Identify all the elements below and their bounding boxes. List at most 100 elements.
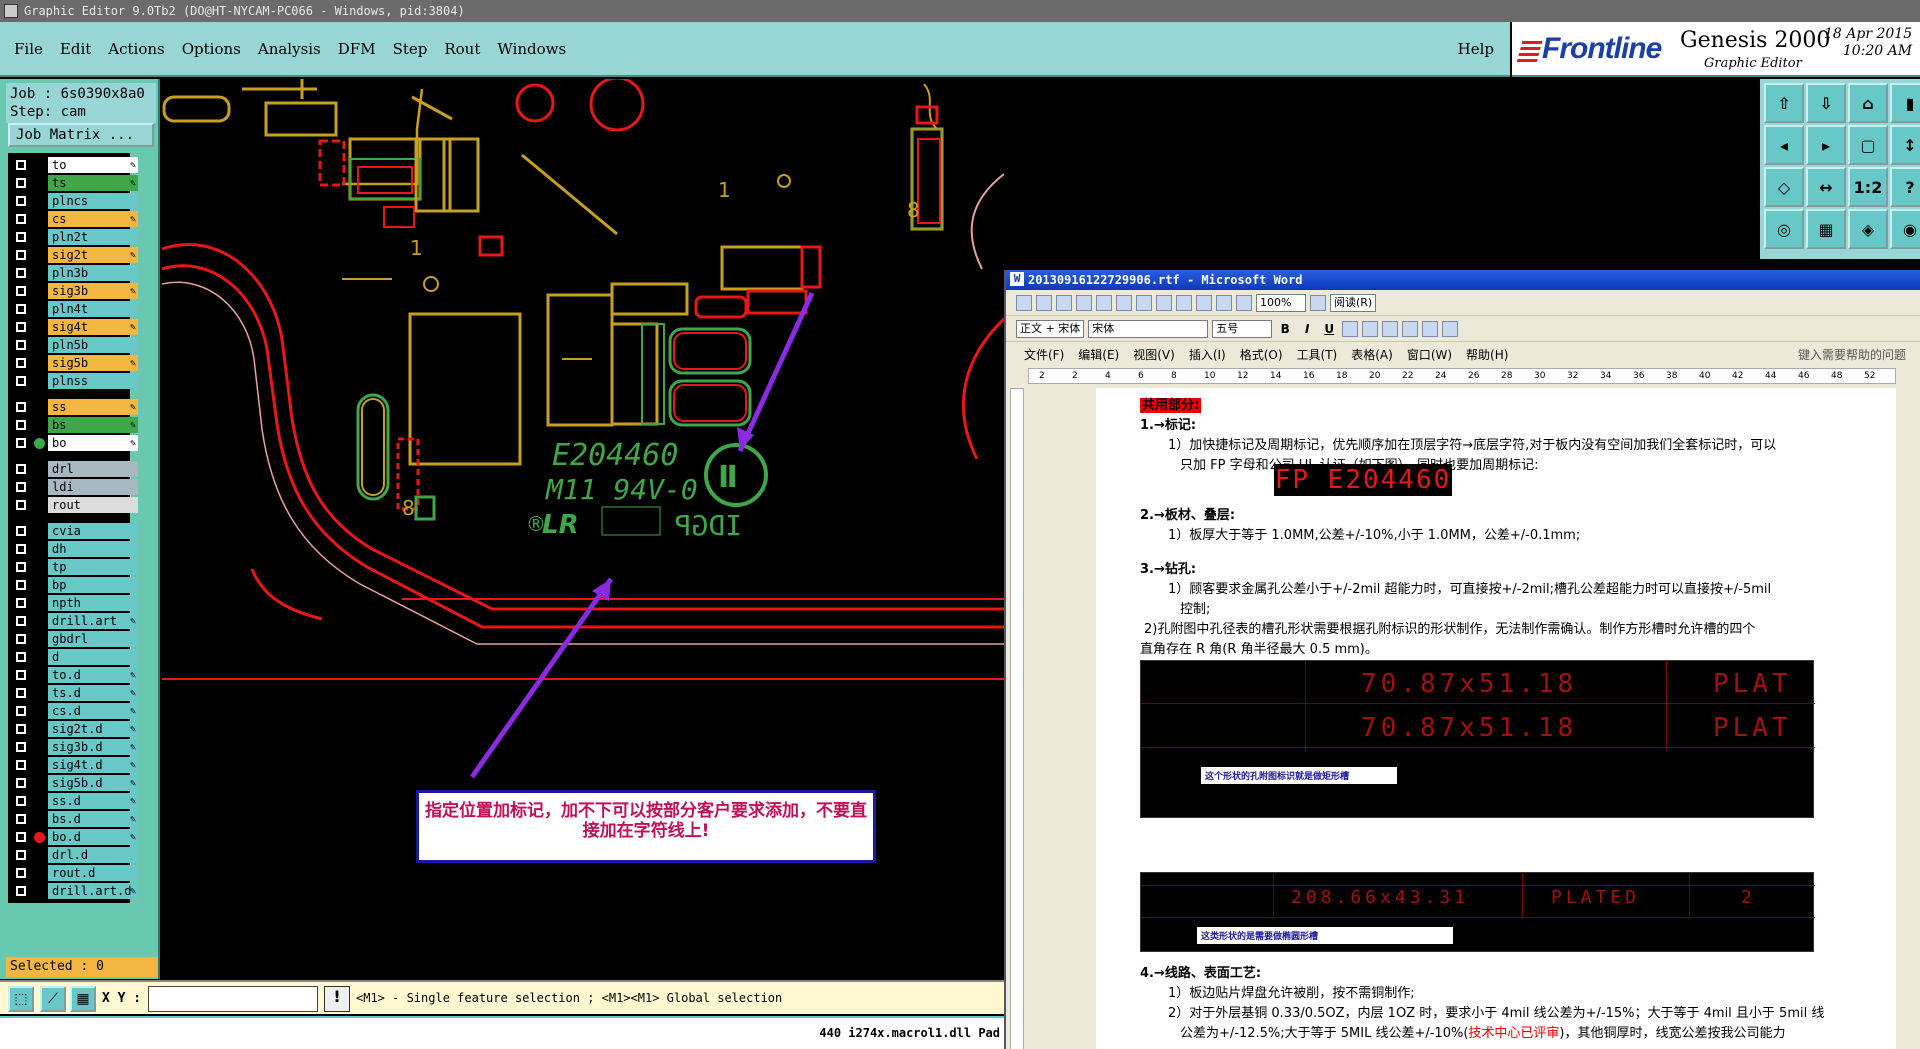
- layer-checkbox[interactable]: [16, 562, 26, 572]
- layer-name[interactable]: bo ✎: [48, 435, 138, 451]
- new-doc-icon[interactable]: [1016, 294, 1032, 311]
- layer-row[interactable]: sig5b.d ✎: [12, 775, 138, 791]
- layer-row[interactable]: bo.d ✎: [12, 829, 138, 845]
- menu-rout[interactable]: Rout: [444, 40, 480, 58]
- zoom-box-icon[interactable]: ⬚: [8, 986, 34, 1012]
- layer-checkbox[interactable]: [16, 634, 26, 644]
- vertical-ruler[interactable]: [1010, 388, 1024, 1049]
- menu-dfm[interactable]: DFM: [338, 40, 376, 58]
- menu-help[interactable]: Help: [1458, 40, 1494, 58]
- layer-name[interactable]: rout.d: [48, 865, 138, 881]
- layer-row[interactable]: drl.d: [12, 847, 138, 863]
- layer-name[interactable]: ldi: [48, 479, 138, 495]
- layer-name[interactable]: sig2t.d ✎: [48, 721, 138, 737]
- layer-name[interactable]: sig4t.d ✎: [48, 757, 138, 773]
- tool-button-icon[interactable]: ◉: [1890, 209, 1920, 249]
- tool-button-icon[interactable]: ▮: [1890, 83, 1920, 123]
- xy-input[interactable]: [148, 986, 318, 1012]
- tool-button-icon[interactable]: ◈: [1848, 209, 1888, 249]
- layer-checkbox[interactable]: [16, 850, 26, 860]
- word-menu-view[interactable]: 视图(V): [1133, 346, 1175, 363]
- layer-name[interactable]: dh: [48, 541, 138, 557]
- tool-button-icon[interactable]: ◎: [1764, 209, 1804, 249]
- layer-row[interactable]: pln4t: [12, 301, 138, 317]
- tool-button-icon[interactable]: ▢: [1848, 125, 1888, 165]
- layer-checkbox[interactable]: [16, 376, 26, 386]
- tool-button-icon[interactable]: ?: [1890, 167, 1920, 207]
- layer-row[interactable]: plncs: [12, 193, 138, 209]
- word-menu-format[interactable]: 格式(O): [1240, 346, 1283, 363]
- layer-row[interactable]: sig5b ✎: [12, 355, 138, 371]
- layer-row[interactable]: dh: [12, 541, 138, 557]
- highlight-icon[interactable]: [1422, 320, 1439, 337]
- align-left-icon[interactable]: [1342, 320, 1359, 337]
- layer-row[interactable]: ldi: [12, 479, 138, 495]
- layer-name[interactable]: drill.art ✎: [48, 613, 138, 629]
- layer-row[interactable]: bs ✎: [12, 417, 138, 433]
- layer-row[interactable]: sig4t ✎: [12, 319, 138, 335]
- layer-row[interactable]: d: [12, 649, 138, 665]
- layer-row[interactable]: bp: [12, 577, 138, 593]
- layer-name[interactable]: pln2t: [48, 229, 138, 245]
- layer-name[interactable]: sig5b.d ✎: [48, 775, 138, 791]
- tool-button-icon[interactable]: 1:2: [1848, 167, 1888, 207]
- cut-icon[interactable]: [1116, 294, 1132, 311]
- layer-checkbox[interactable]: [16, 544, 26, 554]
- layer-name[interactable]: ss ✎: [48, 399, 138, 415]
- tool-button-icon[interactable]: ▸: [1806, 125, 1846, 165]
- layer-row[interactable]: sig4t.d ✎: [12, 757, 138, 773]
- layer-checkbox[interactable]: [16, 322, 26, 332]
- layer-name[interactable]: gbdrl: [48, 631, 138, 647]
- layer-checkbox[interactable]: [16, 580, 26, 590]
- layer-row[interactable]: ts ✎: [12, 175, 138, 191]
- layer-row[interactable]: ss ✎: [12, 399, 138, 415]
- layer-row[interactable]: ss.d ✎: [12, 793, 138, 809]
- layer-name[interactable]: d: [48, 649, 138, 665]
- layer-row[interactable]: rout.d: [12, 865, 138, 881]
- layer-name[interactable]: sig4t ✎: [48, 319, 138, 335]
- layer-checkbox[interactable]: [16, 402, 26, 412]
- layer-name[interactable]: pln4t: [48, 301, 138, 317]
- layer-name[interactable]: npth: [48, 595, 138, 611]
- layer-row[interactable]: drl: [12, 461, 138, 477]
- layer-checkbox[interactable]: [16, 652, 26, 662]
- layer-name[interactable]: drill.art.d ✎: [48, 883, 138, 899]
- layer-name[interactable]: cvia: [48, 523, 138, 539]
- layer-checkbox[interactable]: [16, 796, 26, 806]
- layer-checkbox[interactable]: [16, 160, 26, 170]
- menu-actions[interactable]: Actions: [108, 40, 164, 58]
- layer-name[interactable]: to.d ✎: [48, 667, 138, 683]
- layer-checkbox[interactable]: [16, 688, 26, 698]
- menu-step[interactable]: Step: [393, 40, 428, 58]
- save-icon[interactable]: [1056, 294, 1072, 311]
- layer-checkbox[interactable]: [16, 196, 26, 206]
- bold-button[interactable]: B: [1276, 322, 1294, 336]
- menu-edit[interactable]: Edit: [60, 40, 91, 58]
- columns-icon[interactable]: [1236, 294, 1252, 311]
- layer-checkbox[interactable]: [16, 178, 26, 188]
- layer-name[interactable]: cs.d ✎: [48, 703, 138, 719]
- underline-button[interactable]: U: [1320, 322, 1338, 336]
- layer-checkbox[interactable]: [16, 706, 26, 716]
- layer-name[interactable]: ss.d ✎: [48, 793, 138, 809]
- layer-checkbox[interactable]: [16, 250, 26, 260]
- layer-row[interactable]: pln2t: [12, 229, 138, 245]
- layer-row[interactable]: gbdrl: [12, 631, 138, 647]
- word-menu-file[interactable]: 文件(F): [1024, 346, 1064, 363]
- menu-windows[interactable]: Windows: [497, 40, 566, 58]
- layer-row[interactable]: to ✎: [12, 157, 138, 173]
- layer-row[interactable]: cs.d ✎: [12, 703, 138, 719]
- size-select[interactable]: 五号: [1212, 319, 1273, 338]
- layer-row[interactable]: sig3b ✎: [12, 283, 138, 299]
- align-center-icon[interactable]: [1362, 320, 1379, 337]
- layer-checkbox[interactable]: [16, 464, 26, 474]
- layer-name[interactable]: drl: [48, 461, 138, 477]
- word-menu-tools[interactable]: 工具(T): [1297, 346, 1338, 363]
- tool-button-icon[interactable]: ↔: [1806, 167, 1846, 207]
- layer-row[interactable]: rout: [12, 497, 138, 513]
- layer-name[interactable]: bp: [48, 577, 138, 593]
- font-color-icon[interactable]: [1442, 320, 1459, 337]
- tool-button-icon[interactable]: ◂: [1764, 125, 1804, 165]
- layer-checkbox[interactable]: [16, 358, 26, 368]
- undo-icon[interactable]: [1176, 294, 1192, 311]
